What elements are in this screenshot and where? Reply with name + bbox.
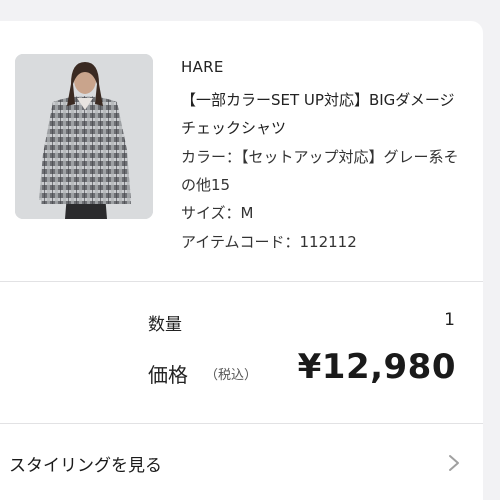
view-styling-label: スタイリングを見る — [9, 456, 162, 476]
quantity-value: 1 — [444, 310, 455, 330]
price-label: 価格 — [148, 363, 188, 387]
cart-item-card: HARE 【一部カラーSET UP対応】BIGダメージチェックシャツ カラー：【… — [0, 21, 483, 500]
chevron-right-icon — [449, 455, 459, 471]
product-photo-icon — [15, 54, 153, 219]
quantity-label: 数量 — [148, 315, 182, 335]
price-value: ¥12,980 — [297, 347, 456, 387]
product-size: サイズ：M — [181, 204, 254, 222]
tax-included-note: （税込） — [205, 368, 258, 383]
product-section: HARE 【一部カラーSET UP対応】BIGダメージチェックシャツ カラー：【… — [0, 21, 483, 280]
product-name: 【一部カラーSET UP対応】BIGダメージチェックシャツ — [181, 91, 455, 137]
product-color: カラー：【セットアップ対応】グレー系その他15 — [181, 148, 459, 194]
brand-name: HARE — [181, 58, 224, 76]
section-divider — [0, 281, 483, 282]
product-thumbnail[interactable] — [15, 54, 153, 219]
product-item-code: アイテムコード：112112 — [181, 233, 357, 251]
view-styling-link[interactable]: スタイリングを見る — [0, 424, 483, 500]
